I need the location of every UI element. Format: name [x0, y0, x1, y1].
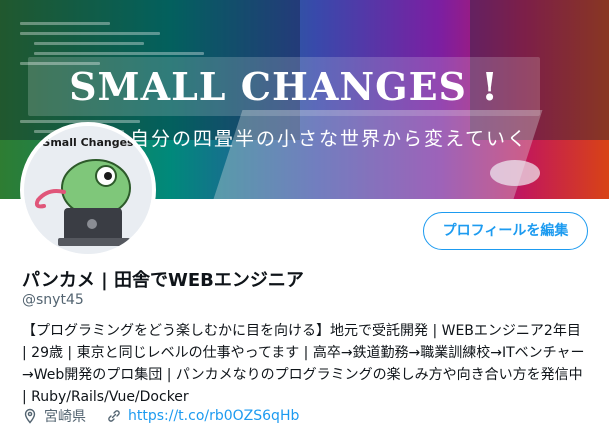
profile-meta: 宮崎県 https://t.co/rb0OZS6qHb [22, 405, 299, 427]
banner-title: SMALL CHANGES ! [28, 57, 540, 116]
display-name: パンカメ | 田舎でWEBエンジニア [22, 270, 304, 291]
user-handle: @snyt45 [22, 292, 84, 308]
banner-subtitle: 自分の四畳半の小さな世界から変えていく [130, 128, 529, 150]
profile-bio: 【プログラミングをどう楽しむかに目を向ける】地元で受託開発 | WEBエンジニア… [22, 323, 585, 405]
chameleon-avatar-image: Small Changes [24, 126, 152, 254]
avatar-caption: Small Changes [42, 136, 134, 149]
edit-profile-button[interactable]: プロフィールを編集 [423, 212, 588, 250]
banner-mouse [490, 160, 540, 186]
website-link[interactable]: https://t.co/rb0OZS6qHb [128, 408, 299, 424]
location-pin-icon [22, 408, 38, 424]
link-icon [106, 408, 122, 424]
avatar[interactable]: Small Changes [20, 122, 156, 258]
location-text: 宮崎県 [44, 409, 86, 425]
